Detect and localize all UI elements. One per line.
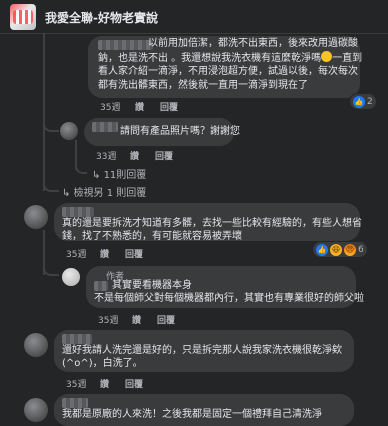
thread-line (43, 33, 45, 191)
reply-arrow-icon: ↳ (92, 170, 104, 181)
reaction-count: 6 (358, 244, 364, 255)
reply-arrow-icon: ↳ (62, 188, 74, 199)
comment-time[interactable]: 35週 (100, 100, 120, 113)
like-link[interactable]: 讚 (135, 100, 144, 113)
like-link[interactable]: 讚 (132, 313, 141, 326)
reply-link[interactable]: 回覆 (157, 313, 175, 326)
like-icon: 👍 (316, 243, 328, 256)
reply-link[interactable]: 回覆 (125, 377, 143, 390)
thread-elbow (43, 180, 59, 192)
commenter-name-blurred[interactable] (94, 281, 108, 291)
thread-elbow (43, 120, 59, 132)
comment-bubble: 還好我請人洗完還是好的，只是拆完那人說我家洗衣機很乾淨欸 (^o^)，白洗了。 (54, 330, 354, 372)
like-link[interactable]: 讚 (100, 247, 109, 260)
comment-text: 都有洗出髒東西，然後就一直用一滴淨到現在了 (98, 80, 308, 91)
comment-text: 還好我請人洗完還是好的，只是拆完那人說我家洗衣機很乾淨欸 (62, 345, 342, 356)
thread-elbow (43, 262, 59, 276)
comment-text: 其實要看機器本身 (112, 280, 192, 291)
comment-bubble: 以前用加倍潔，都洗不出東西，後來改用過碳酸 鈉，也是洗不出 。我還想說我洗衣機有… (88, 36, 363, 98)
comment-text: 看人家介紹一滴淨，不用浸泡超方便，試過以後，每次每次 (98, 66, 358, 77)
avatar[interactable] (24, 398, 48, 422)
more-replies-link[interactable]: ↳ 11則回覆 (92, 166, 146, 181)
comment-text: 以前用加倍潔，都洗不出東西，後來改用過碳酸 (148, 38, 358, 49)
reply-link[interactable]: 回覆 (125, 247, 143, 260)
like-icon: 👍 (353, 95, 365, 108)
thread-elbow (75, 160, 87, 174)
avatar[interactable] (60, 122, 78, 140)
comment-text: 不是每個師父對每個機器都內行，其實也有專業很好的師父啦 (94, 293, 364, 304)
commenter-name-blurred[interactable] (62, 398, 88, 408)
commenter-name-blurred[interactable] (98, 40, 153, 50)
comment-bubble: 作者 其實要看機器本身 不是每個師父對每個機器都內行，其實也有專業很好的師父啦 (86, 266, 364, 308)
view-more-replies-link[interactable]: ↳ 檢視另 1 則回覆 (62, 184, 146, 199)
reaction-summary[interactable]: 👍 😆 😠 6 (313, 242, 367, 257)
like-link[interactable]: 讚 (130, 149, 139, 162)
reaction-count: 2 (367, 96, 373, 107)
group-title[interactable]: 我愛全聯-好物老實說 (45, 9, 158, 26)
angry-icon: 😠 (344, 243, 356, 256)
comment-bubble: 真的還是要拆洗才知道有多髒，去找一些比較有經驗的，有些人想省 錢，找了不熟悉的，… (54, 203, 362, 242)
comment-text: 鈉，也是洗不出 。我還想說我洗衣機有這麼乾淨嗎 一直到 (98, 51, 363, 64)
haha-icon: 😆 (330, 243, 342, 256)
comment-bubble: 我都是原廠的人來洗！之後我都是固定一個禮拜自己清洗淨 (54, 394, 354, 426)
like-link[interactable]: 讚 (100, 377, 109, 390)
commenter-name-blurred[interactable] (62, 334, 92, 344)
commenter-name-blurred[interactable] (62, 207, 94, 217)
comment-time[interactable]: 35週 (66, 377, 86, 390)
reply-link[interactable]: 回覆 (160, 100, 178, 113)
avatar[interactable] (62, 268, 80, 286)
comment-time[interactable]: 35週 (98, 313, 118, 326)
comment-text: 請問有產品照片嗎？謝謝您 (120, 126, 240, 137)
comment-time[interactable]: 33週 (96, 149, 116, 162)
group-header: 我愛全聯-好物老實說 (0, 0, 388, 34)
commenter-name-blurred[interactable] (92, 122, 118, 132)
comment-bubble: 請問有產品照片嗎？謝謝您 (84, 118, 240, 146)
comment-text: 真的還是要拆洗才知道有多髒，去找一些比較有經驗的，有些人想省 (62, 218, 362, 229)
avatar[interactable] (24, 333, 48, 357)
smile-emoji-icon (321, 51, 333, 62)
reply-link[interactable]: 回覆 (155, 149, 173, 162)
comment-text: 錢，找了不熟悉的，有可能就容易被弄壞 (62, 231, 242, 242)
reaction-summary[interactable]: 👍 2 (350, 94, 376, 109)
group-avatar[interactable] (10, 4, 36, 30)
comment-time[interactable]: 35週 (66, 247, 86, 260)
comment-text: (^o^)，白洗了。 (62, 358, 143, 369)
avatar[interactable] (24, 205, 48, 229)
